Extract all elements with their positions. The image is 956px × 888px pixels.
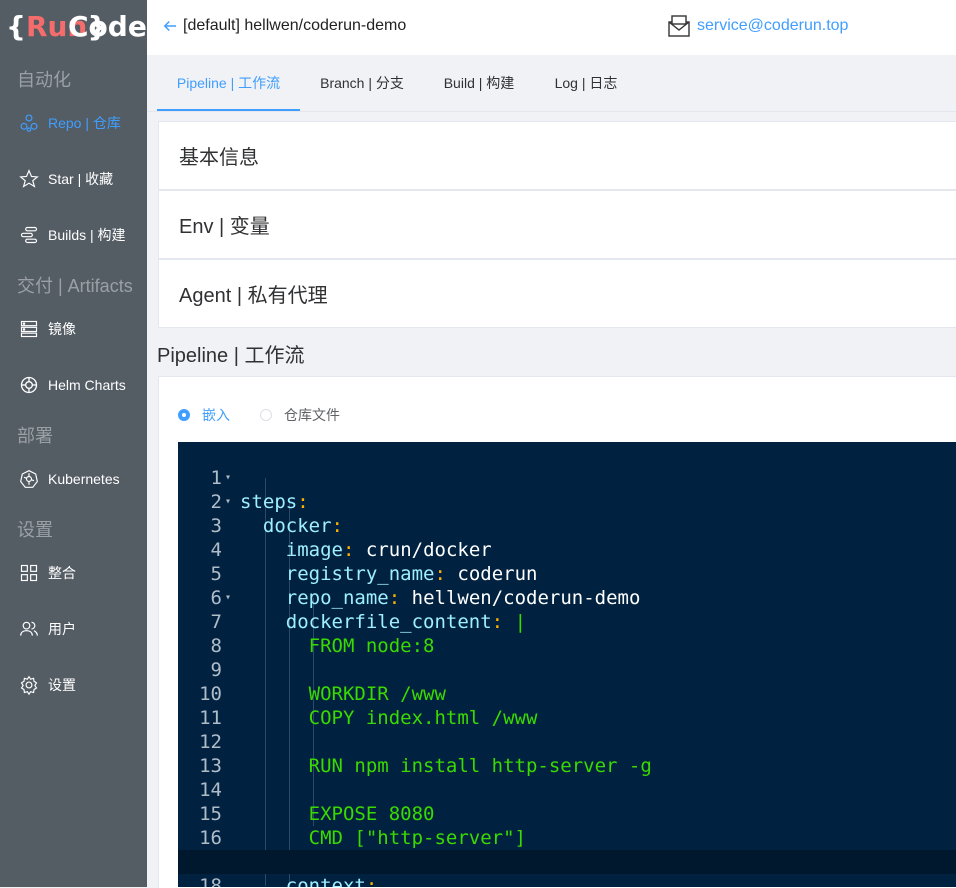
code-line: 12 RUN npm install http-server -g [199, 731, 652, 777]
image-server-icon [18, 318, 40, 340]
section-deploy: 部署 [17, 426, 53, 446]
sidebar-item-helm-charts[interactable]: Helm Charts [0, 365, 147, 405]
code-line: 13 [199, 755, 222, 777]
panel-title: Agent | 私有代理 [179, 285, 328, 307]
tab-build[interactable]: Build | 构建 [434, 55, 524, 111]
coderun-logo[interactable]: {Code Run} [6, 8, 147, 44]
pipeline-section-title: Pipeline | 工作流 [157, 345, 305, 367]
helm-icon [18, 374, 40, 396]
panel-env[interactable]: Env | 变量 [158, 190, 956, 259]
sidebar-item-star[interactable]: Star | 收藏 [0, 159, 147, 199]
code-line: 5 repo_name: hellwen/coderun-demo [210, 563, 641, 609]
code-line: 2 ▾ docker: [210, 491, 343, 537]
code-line: 17 context: . [199, 851, 401, 887]
mail-icon [668, 15, 690, 37]
sidebar-item-images[interactable]: 镜像 [0, 309, 147, 349]
sidebar-item-builds[interactable]: Builds | 构建 [0, 215, 147, 255]
radio-repo-file[interactable]: 仓库文件 [260, 405, 340, 425]
repo-icon [18, 112, 40, 134]
radio-dot [260, 409, 272, 421]
top-header: [default] hellwen/coderun-demo service@c… [147, 0, 956, 55]
star-icon [18, 168, 40, 190]
sidebar-item-label: Builds | 构建 [48, 227, 126, 243]
sidebar-item-settings[interactable]: 设置 [0, 665, 147, 705]
sidebar-item-label: 用户 [48, 621, 76, 637]
code-line: 3 image: crun/docker [210, 515, 492, 561]
builds-icon [18, 224, 40, 246]
code-line: 16 [199, 827, 222, 849]
sidebar-item-label: Repo | 仓库 [48, 115, 121, 131]
panel-title: Env | 变量 [179, 216, 270, 238]
code-line: 4 registry_name: coderun [210, 539, 538, 585]
grid-icon [18, 562, 40, 584]
code-line: 9 WORKDIR /www [210, 659, 446, 705]
code-line: 1 ▾ steps: [210, 467, 309, 513]
sidebar-item-label: 整合 [48, 565, 76, 581]
back-arrow-icon[interactable] [161, 17, 179, 35]
sidebar-item-users[interactable]: 用户 [0, 609, 147, 649]
panel-title: 基本信息 [179, 147, 259, 169]
code-line: 8 [210, 635, 222, 657]
code-line: 14 EXPOSE 8080 [199, 779, 435, 825]
sidebar-item-label: Star | 收藏 [48, 171, 114, 187]
panel-agent[interactable]: Agent | 私有代理 [158, 259, 956, 328]
users-icon [18, 618, 40, 640]
section-automation: 自动化 [17, 70, 71, 90]
panel-basic-info[interactable]: 基本信息 [158, 121, 956, 190]
tab-pipeline[interactable]: Pipeline | 工作流 [157, 55, 300, 111]
code-line: 15 CMD ["http-server"] [199, 803, 526, 849]
radio-dot [178, 409, 190, 421]
yaml-code-editor[interactable]: 1 ▾ steps: 2 ▾ docker: 3 image: crun/docke… [178, 442, 956, 887]
sidebar-item-repo[interactable]: Repo | 仓库 [0, 103, 147, 143]
sidebar: {Code Run} 自动化 Repo | 仓库 Star | 收藏 Builds… [0, 0, 147, 887]
sidebar-item-integrations[interactable]: 整合 [0, 553, 147, 593]
sidebar-item-kubernetes[interactable]: Kubernetes [0, 459, 147, 499]
tab-bar: Pipeline | 工作流 Branch | 分支 Build | 构建 Lo… [147, 55, 956, 112]
email-link[interactable]: service@coderun.top [697, 17, 848, 35]
kubernetes-icon [18, 468, 40, 490]
sidebar-item-label: 镜像 [48, 321, 76, 337]
repo-title: [default] hellwen/coderun-demo [183, 17, 407, 34]
code-line: 11 [199, 707, 222, 729]
code-line: 6 ▾ dockerfile_content: | [210, 587, 527, 633]
radio-embed[interactable]: 嵌入 [178, 405, 230, 425]
sidebar-item-label: Kubernetes [48, 471, 120, 487]
sidebar-item-label: 设置 [48, 677, 76, 693]
code-line-active: 18 tags: latest [178, 850, 956, 887]
section-artifacts: 交付 | Artifacts [17, 276, 133, 296]
gear-icon [18, 674, 40, 696]
code-line: 10 COPY index.html /www [199, 683, 538, 729]
sidebar-item-label: Helm Charts [48, 377, 126, 393]
tab-log[interactable]: Log | 日志 [544, 55, 628, 111]
tab-branch[interactable]: Branch | 分支 [309, 55, 415, 111]
section-settings: 设置 [17, 520, 53, 540]
code-line: 7 FROM node:8 [210, 611, 435, 657]
